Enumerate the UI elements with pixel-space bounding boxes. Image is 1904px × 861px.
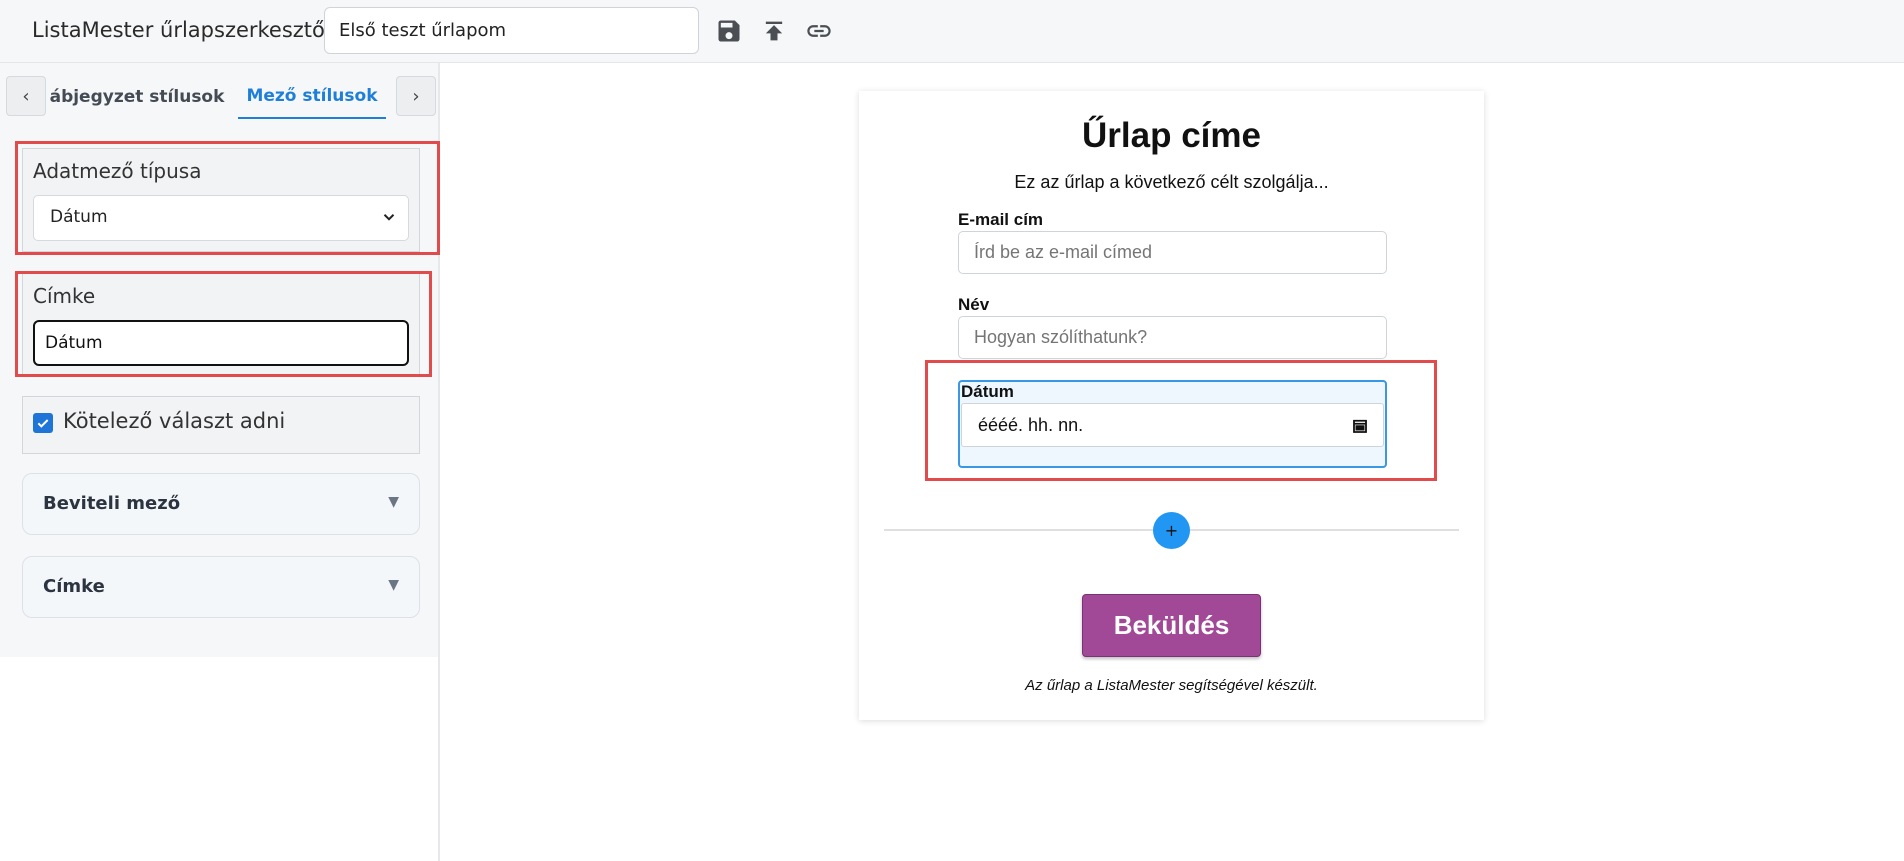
accordion-label: Címke [43,576,105,597]
field-type-select[interactable]: Dátum [33,195,409,241]
panel-empty-area [0,657,440,861]
app-title: ListaMester űrlapszerkesztő: [32,18,332,42]
accordion-label: Beviteli mező [43,493,181,514]
email-field[interactable] [958,231,1387,274]
date-placeholder: éééé. hh. nn. [978,415,1084,435]
form-name-input[interactable] [324,7,699,54]
name-label: Név [958,295,990,314]
required-checkbox[interactable] [33,413,53,433]
field-type-label: Adatmező típusa [33,159,202,183]
name-field[interactable] [958,316,1387,359]
label-input[interactable] [33,320,409,366]
field-type-selected: Dátum [50,207,108,227]
date-input[interactable]: éééé. hh. nn. [961,403,1384,447]
form-preview-card: Űrlap címe Ez az űrlap a következő célt … [859,91,1484,720]
label-group: Címke [22,273,420,377]
calendar-icon[interactable] [1351,417,1369,435]
tab-prev-button[interactable]: ‹ [6,76,46,116]
chevron-down-icon [383,214,395,221]
footer-note: Az űrlap a ListaMester segítségével kész… [1025,677,1318,694]
required-label: Kötelező választ adni [63,409,286,433]
save-icon[interactable] [714,16,744,46]
link-icon[interactable] [804,16,834,46]
tab-field-styles[interactable]: Mező stílusok [238,75,386,119]
properties-panel: ‹ ábjegyzet stílusok Mező stílusok › Ada… [0,63,440,657]
date-field-selected[interactable]: Dátum éééé. hh. nn. [958,380,1387,468]
form-description: Ez az űrlap a következő célt szolgálja..… [1014,172,1329,192]
field-type-group: Adatmező típusa Dátum [22,148,420,252]
email-label: E-mail cím [958,210,1044,229]
top-bar: ListaMester űrlapszerkesztő: [0,0,1904,63]
check-icon [37,419,49,428]
date-label: Dátum [961,382,1014,401]
submit-button[interactable]: Beküldés [1082,594,1261,657]
required-group: Kötelező választ adni [22,396,420,454]
triangle-down-icon: ▼ [388,577,399,593]
add-field-button[interactable]: + [1153,512,1190,549]
tab-next-button[interactable]: › [396,76,436,116]
form-title: Űrlap címe [1082,116,1261,155]
accordion-input-field[interactable]: Beviteli mező ▼ [22,473,420,535]
upload-icon[interactable] [759,16,789,46]
tab-list-styles[interactable]: ábjegyzet stílusok [50,75,225,119]
accordion-label-style[interactable]: Címke ▼ [22,556,420,618]
triangle-down-icon: ▼ [388,494,399,510]
label-field-label: Címke [33,284,96,308]
